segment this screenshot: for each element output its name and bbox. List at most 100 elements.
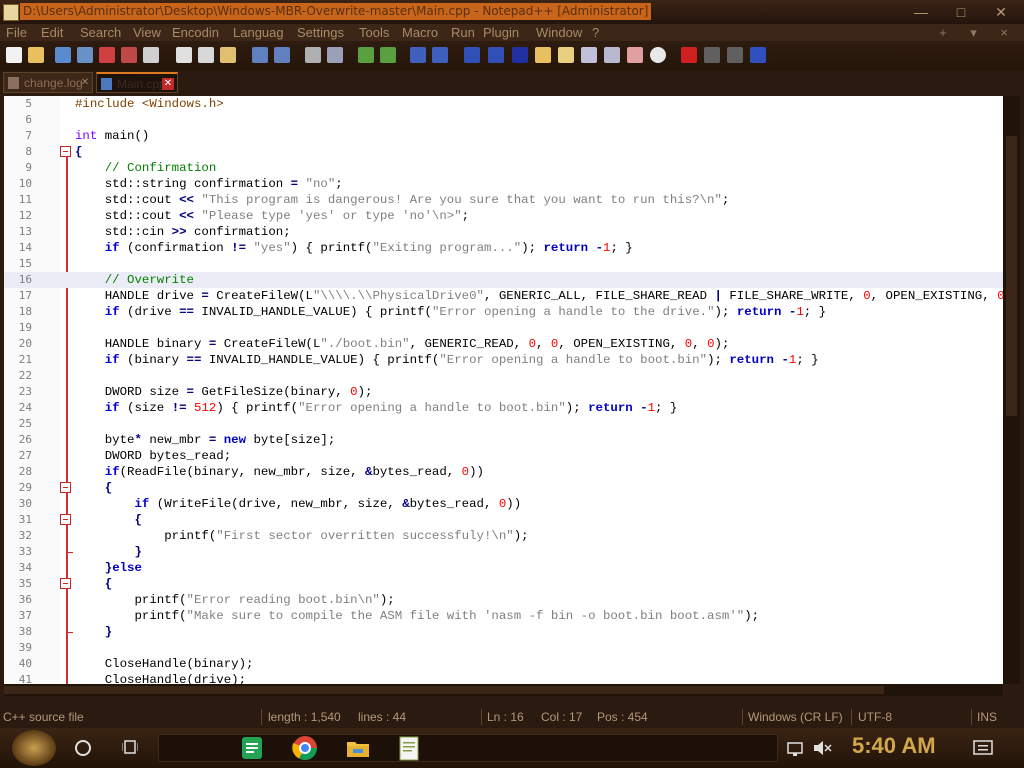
code-line[interactable]: 39 bbox=[4, 640, 1003, 656]
code-line[interactable]: 29 { bbox=[4, 480, 1003, 496]
notepadpp-app-icon[interactable] bbox=[3, 4, 19, 21]
tab-main-cpp[interactable]: Main.cpp ✕ bbox=[96, 72, 178, 93]
code-line[interactable]: 15 bbox=[4, 256, 1003, 272]
chrome-icon[interactable] bbox=[291, 734, 319, 762]
menu-edit[interactable]: Edit bbox=[41, 24, 63, 41]
code-line[interactable]: 24 if (size != 512) { printf("Error open… bbox=[4, 400, 1003, 416]
code-line[interactable]: 20 HANDLE binary = CreateFileW(L"./boot.… bbox=[4, 336, 1003, 352]
code-line[interactable]: 33 } bbox=[4, 544, 1003, 560]
code-line[interactable]: 8{ bbox=[4, 144, 1003, 160]
code-line[interactable]: 34 }else bbox=[4, 560, 1003, 576]
menu-plugins[interactable]: Plugin bbox=[483, 24, 519, 41]
code-line[interactable]: 31 { bbox=[4, 512, 1003, 528]
close-file-icon[interactable] bbox=[99, 47, 115, 63]
menu-run[interactable]: Run bbox=[451, 24, 475, 41]
horizontal-scrollbar[interactable] bbox=[4, 684, 1003, 696]
fold-toggle-icon[interactable] bbox=[60, 578, 71, 589]
zoom-in-icon[interactable] bbox=[358, 47, 374, 63]
paste-icon[interactable] bbox=[220, 47, 236, 63]
code-line[interactable]: 9 // Confirmation bbox=[4, 160, 1003, 176]
new-file-icon[interactable] bbox=[6, 47, 22, 63]
close-all-icon[interactable] bbox=[121, 47, 137, 63]
horizontal-scroll-thumb[interactable] bbox=[4, 686, 884, 694]
code-line[interactable]: 19 bbox=[4, 320, 1003, 336]
code-line[interactable]: 35 { bbox=[4, 576, 1003, 592]
menu-encoding[interactable]: Encodin bbox=[172, 24, 219, 41]
open-file-icon[interactable] bbox=[28, 47, 44, 63]
code-line[interactable]: 6 bbox=[4, 112, 1003, 128]
code-editor[interactable]: 5 #include <Windows.h> 6 7 int main() 8{9 // … bbox=[4, 96, 1003, 684]
fold-toggle-icon[interactable] bbox=[60, 514, 71, 525]
code-line[interactable]: 36 printf("Error reading boot.bin\n"); bbox=[4, 592, 1003, 608]
code-line[interactable]: 32 printf("First sector overritten succe… bbox=[4, 528, 1003, 544]
code-line[interactable]: 12 std::cout << "Please type 'yes' or ty… bbox=[4, 208, 1003, 224]
code-line[interactable]: 22 bbox=[4, 368, 1003, 384]
notifications-icon[interactable] bbox=[972, 734, 994, 762]
taskbar-clock[interactable]: 5:40 AM bbox=[852, 733, 936, 759]
word-wrap-icon[interactable] bbox=[464, 47, 480, 63]
code-line[interactable]: 13 std::cin >> confirmation; bbox=[4, 224, 1003, 240]
code-line[interactable]: 16 // Overwrite bbox=[4, 272, 1003, 288]
code-line[interactable]: 11 std::cout << "This program is dangero… bbox=[4, 192, 1003, 208]
status-encoding[interactable]: UTF-8 bbox=[858, 706, 892, 728]
vertical-scrollbar[interactable] bbox=[1003, 96, 1020, 684]
menu-window-controls[interactable]: + ▾ × bbox=[939, 24, 1018, 41]
save-icon[interactable] bbox=[55, 47, 71, 63]
code-line[interactable]: 17 HANDLE drive = CreateFileW(L"\\\\.\\P… bbox=[4, 288, 1003, 304]
tab-close-icon[interactable]: ✕ bbox=[79, 77, 91, 89]
cortana-icon[interactable] bbox=[75, 740, 91, 756]
code-line[interactable]: 7 int main() bbox=[4, 128, 1003, 144]
sheets-app-icon[interactable] bbox=[238, 734, 266, 762]
network-icon[interactable] bbox=[786, 734, 804, 762]
zoom-out-icon[interactable] bbox=[380, 47, 396, 63]
volume-muted-icon[interactable] bbox=[812, 734, 832, 762]
user-language-icon[interactable] bbox=[535, 47, 551, 63]
indent-guide-icon[interactable] bbox=[512, 47, 528, 63]
fold-toggle-icon[interactable] bbox=[60, 482, 71, 493]
cut-icon[interactable] bbox=[176, 47, 192, 63]
code-line[interactable]: 21 if (binary == INVALID_HANDLE_VALUE) {… bbox=[4, 352, 1003, 368]
code-line[interactable]: 41 CloseHandle(drive); bbox=[4, 672, 1003, 684]
record-macro-icon[interactable] bbox=[681, 47, 697, 63]
eye-icon[interactable] bbox=[650, 47, 666, 63]
code-line[interactable]: 28 if(ReadFile(binary, new_mbr, size, &b… bbox=[4, 464, 1003, 480]
code-line[interactable]: 30 if (WriteFile(drive, new_mbr, size, &… bbox=[4, 496, 1003, 512]
menu-language[interactable]: Languag bbox=[233, 24, 284, 41]
show-all-characters-icon[interactable] bbox=[488, 47, 504, 63]
menu-file[interactable]: File bbox=[6, 24, 27, 41]
code-line[interactable]: 5 #include <Windows.h> bbox=[4, 96, 1003, 112]
tab-close-icon[interactable]: ✕ bbox=[162, 78, 174, 90]
fold-toggle-icon[interactable] bbox=[60, 146, 71, 157]
start-button[interactable] bbox=[12, 730, 56, 766]
code-line[interactable]: 38 } bbox=[4, 624, 1003, 640]
menu-settings[interactable]: Settings bbox=[297, 24, 344, 41]
code-line[interactable]: 14 if (confirmation != "yes") { printf("… bbox=[4, 240, 1003, 256]
find-icon[interactable] bbox=[305, 47, 321, 63]
status-eol[interactable]: Windows (CR LF) bbox=[748, 706, 843, 728]
stop-macro-icon[interactable] bbox=[704, 47, 720, 63]
redo-icon[interactable] bbox=[274, 47, 290, 63]
menu-tools[interactable]: Tools bbox=[359, 24, 389, 41]
folder-workspace-icon[interactable] bbox=[604, 47, 620, 63]
tab-change-log[interactable]: change.log ✕ bbox=[3, 72, 93, 93]
print-icon[interactable] bbox=[143, 47, 159, 63]
sync-vertical-icon[interactable] bbox=[410, 47, 426, 63]
code-line[interactable]: 40 CloseHandle(binary); bbox=[4, 656, 1003, 672]
notepadpp-taskbar-icon[interactable] bbox=[395, 734, 423, 762]
replace-icon[interactable] bbox=[327, 47, 343, 63]
function-list-icon[interactable] bbox=[581, 47, 597, 63]
code-line[interactable]: 26 byte* new_mbr = new byte[size]; bbox=[4, 432, 1003, 448]
code-line[interactable]: 10 std::string confirmation = "no"; bbox=[4, 176, 1003, 192]
sync-horizontal-icon[interactable] bbox=[432, 47, 448, 63]
code-line[interactable]: 27 DWORD bytes_read; bbox=[4, 448, 1003, 464]
menu-view[interactable]: View bbox=[133, 24, 161, 41]
maximize-button[interactable]: □ bbox=[945, 2, 977, 22]
undo-icon[interactable] bbox=[252, 47, 268, 63]
vertical-scroll-thumb[interactable] bbox=[1006, 136, 1017, 416]
close-button[interactable]: ✕ bbox=[985, 2, 1017, 22]
menu-macro[interactable]: Macro bbox=[402, 24, 438, 41]
menu-search[interactable]: Search bbox=[80, 24, 121, 41]
minimize-button[interactable]: — bbox=[905, 2, 937, 22]
run-macro-multiple-icon[interactable] bbox=[750, 47, 766, 63]
monitoring-icon[interactable] bbox=[627, 47, 643, 63]
